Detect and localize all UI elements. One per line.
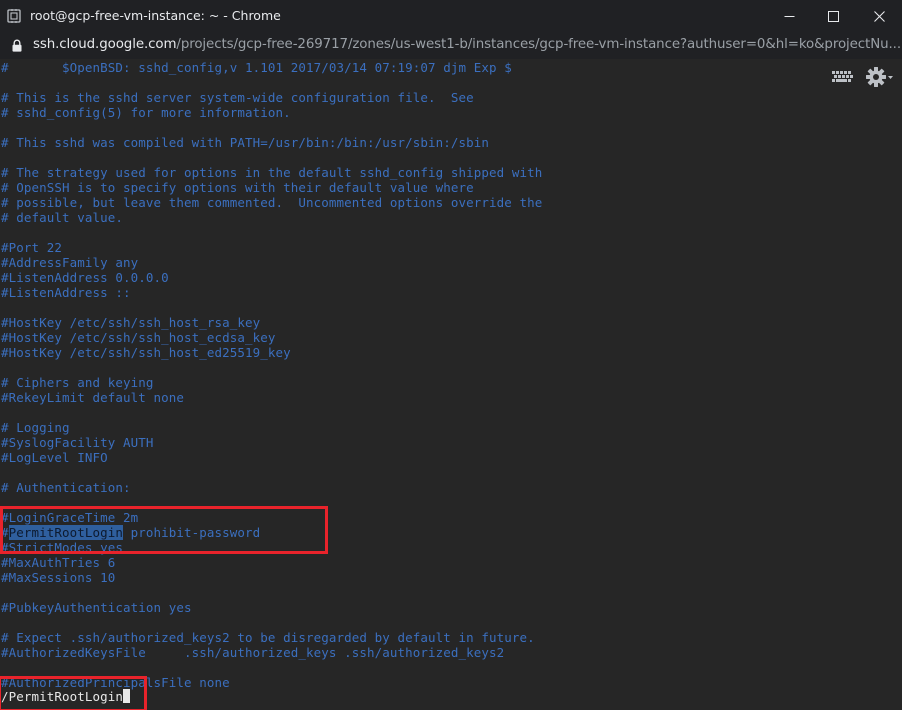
minimize-icon [784, 16, 794, 17]
terminal-line: # default value. [1, 210, 124, 225]
terminal-line: # This is the sshd server system-wide co… [1, 90, 474, 105]
terminal-line: #RekeyLimit default none [1, 390, 185, 405]
terminal-line: #ListenAddress :: [1, 285, 131, 300]
maximize-icon [827, 11, 839, 22]
title-bar[interactable]: root@gcp-free-vm-instance: ~ - Chrome [0, 0, 902, 33]
terminal-line: #AuthorizedKeysFile .ssh/authorized_keys… [1, 645, 505, 660]
terminal-line: #MaxSessions 10 [1, 570, 116, 585]
terminal-line: # Authentication: [1, 480, 131, 495]
url-host: ssh.cloud.google.com [33, 37, 177, 52]
address-bar[interactable]: ssh.cloud.google.com/projects/gcp-free-2… [0, 33, 902, 59]
maximize-button[interactable] [810, 0, 856, 33]
terminal-line: #MaxAuthTries 6 [1, 555, 116, 570]
terminal-line: #SyslogFacility AUTH [1, 435, 154, 450]
terminal-line: # $OpenBSD: sshd_config,v 1.101 2017/03/… [1, 60, 512, 75]
app-icon [7, 9, 21, 23]
terminal-line: # OpenSSH is to specify options with the… [1, 180, 474, 195]
url-text[interactable]: ssh.cloud.google.com/projects/gcp-free-2… [33, 37, 901, 52]
gear-icon[interactable] [866, 67, 894, 87]
close-button[interactable] [856, 0, 902, 33]
ssh-terminal[interactable]: # $OpenBSD: sshd_config,v 1.101 2017/03/… [0, 59, 902, 710]
window-title: root@gcp-free-vm-instance: ~ - Chrome [30, 8, 281, 23]
terminal-output: # $OpenBSD: sshd_config,v 1.101 2017/03/… [1, 60, 542, 690]
chrome-window: root@gcp-free-vm-instance: ~ - Chrome ss… [0, 0, 902, 710]
terminal-line: #Port 22 [1, 240, 63, 255]
url-path: /projects/gcp-free-269717/zones/us-west1… [176, 37, 901, 52]
terminal-line: #ListenAddress 0.0.0.0 [1, 270, 169, 285]
lock-icon [12, 39, 22, 52]
terminal-line: #HostKey /etc/ssh/ssh_host_ecdsa_key [1, 330, 276, 345]
terminal-line: #HostKey /etc/ssh/ssh_host_rsa_key [1, 315, 261, 330]
minimize-button[interactable] [766, 0, 812, 33]
terminal-line: # possible, but leave them commented. Un… [1, 195, 543, 210]
terminal-line: # Logging [1, 420, 70, 435]
annotation-box-search-command [0, 676, 147, 710]
close-icon [873, 11, 885, 22]
annotation-box-permitrootlogin [0, 506, 328, 554]
terminal-line: # Ciphers and keying [1, 375, 154, 390]
terminal-line: #LogLevel INFO [1, 450, 108, 465]
terminal-line: # sshd_config(5) for more information. [1, 105, 291, 120]
terminal-line: #AddressFamily any [1, 255, 139, 270]
terminal-toolbar [832, 67, 894, 87]
terminal-line: # The strategy used for options in the d… [1, 165, 543, 180]
terminal-line: #HostKey /etc/ssh/ssh_host_ed25519_key [1, 345, 291, 360]
keyboard-icon[interactable] [832, 70, 854, 84]
terminal-line: #PubkeyAuthentication yes [1, 600, 192, 615]
terminal-line: # This sshd was compiled with PATH=/usr/… [1, 135, 490, 150]
terminal-line: # Expect .ssh/authorized_keys2 to be dis… [1, 630, 535, 645]
